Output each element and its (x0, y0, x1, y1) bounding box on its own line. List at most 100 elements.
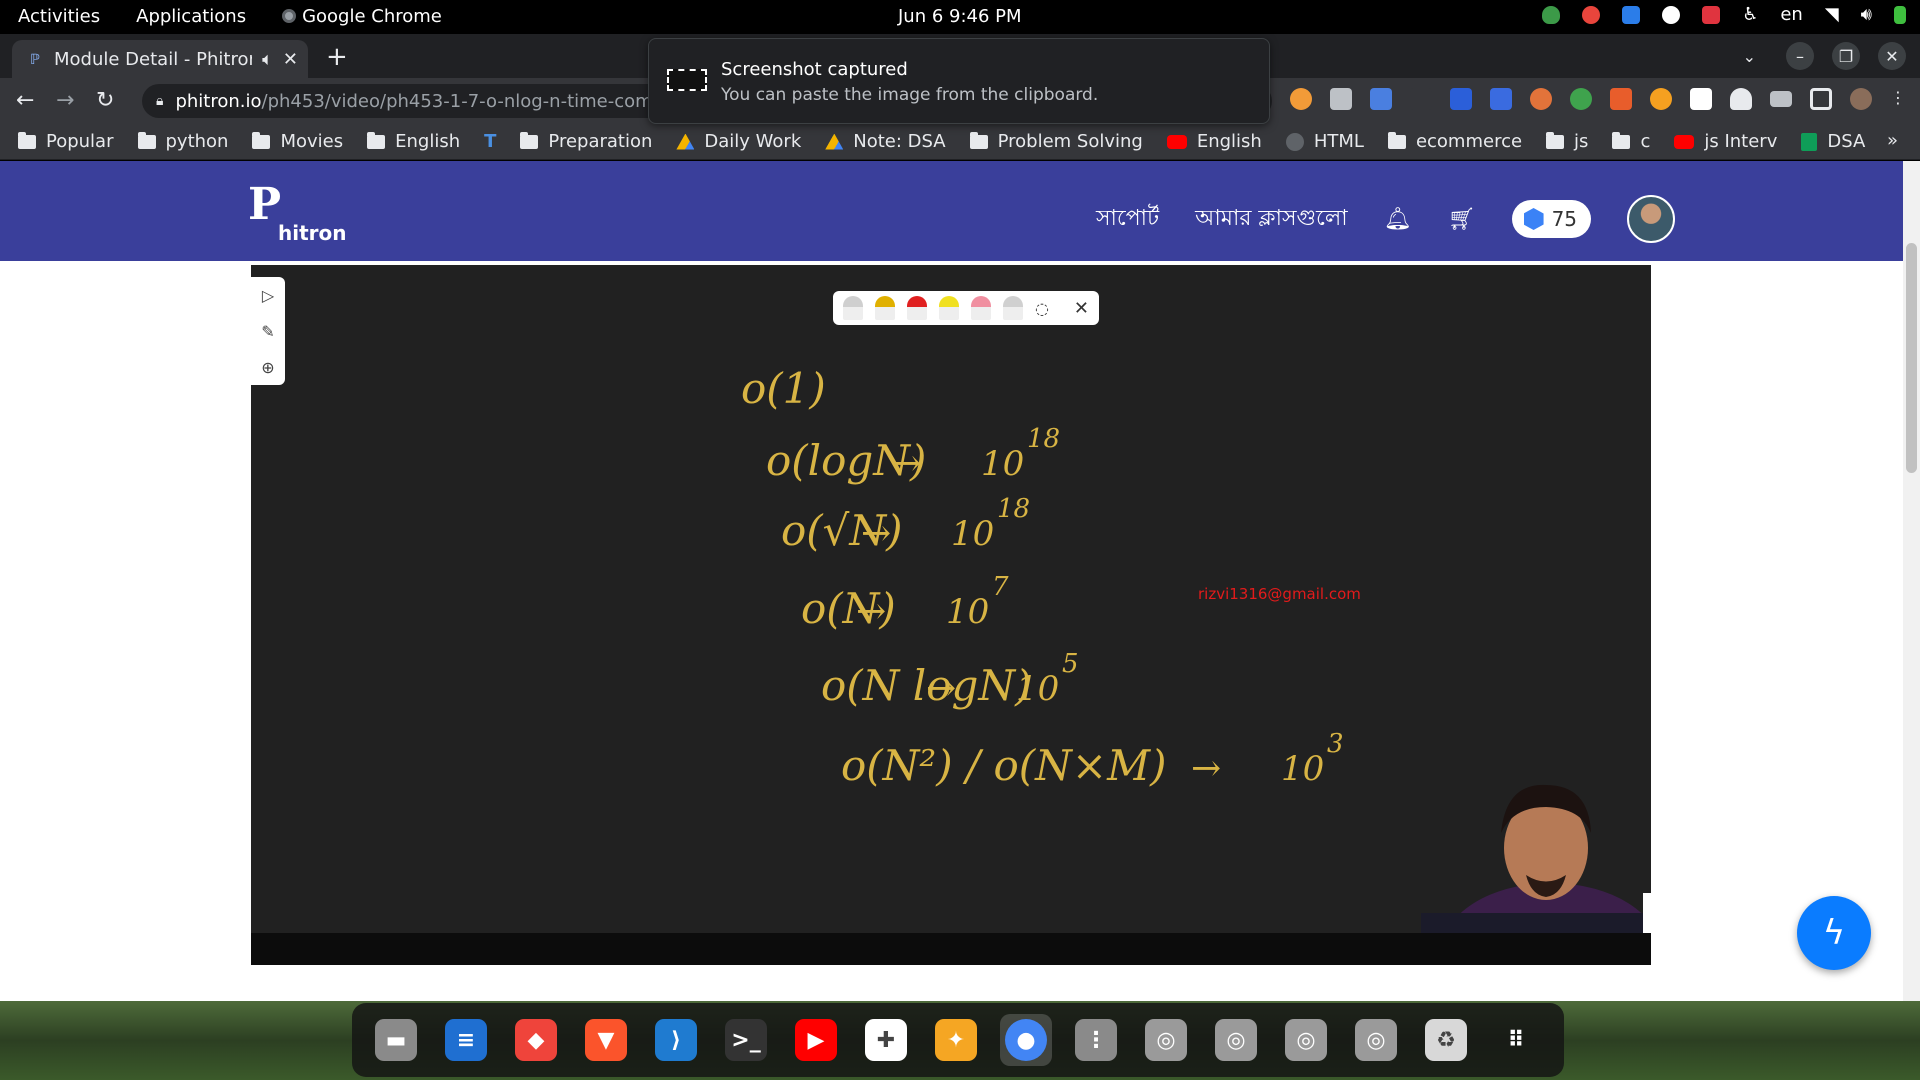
menu-kebab-icon[interactable]: ⋮ (1890, 88, 1906, 110)
close-window-button[interactable]: ✕ (1878, 42, 1906, 70)
minimize-button[interactable]: – (1786, 42, 1814, 70)
zip-extension-icon[interactable] (1450, 88, 1472, 110)
shield-icon[interactable] (1542, 5, 1561, 24)
writer-app[interactable]: ≡ (440, 1014, 492, 1066)
tab-module-detail[interactable]: ℙ Module Detail - Phitron 🔈︎ ✕ (12, 40, 308, 78)
disk-app-3[interactable]: ◎ (1280, 1014, 1332, 1066)
tab-search-chevron-icon[interactable]: ⌄ (1743, 47, 1756, 66)
bookmark-item[interactable]: Problem Solving (969, 131, 1143, 152)
active-app-menu[interactable]: Google Chrome (282, 6, 442, 27)
vscode-app[interactable]: ⟩ (650, 1014, 702, 1066)
translate-extension-icon[interactable] (1370, 88, 1392, 110)
new-tab-button[interactable]: + (326, 42, 348, 72)
bookmark-item[interactable]: Preparation (520, 131, 652, 152)
bookmark-item[interactable]: English (1166, 131, 1262, 152)
bookmark-item[interactable]: js Interv (1674, 131, 1777, 152)
slack-app[interactable]: ✚ (860, 1014, 912, 1066)
forward-button[interactable]: → (56, 88, 74, 113)
bookmark-item[interactable]: Movies (252, 131, 343, 152)
plus-extension-icon[interactable] (1570, 88, 1592, 110)
s-extension-icon[interactable] (1690, 88, 1712, 110)
anydesk-app[interactable]: ◆ (510, 1014, 562, 1066)
trash-app[interactable]: ♻ (1420, 1014, 1472, 1066)
puzzle-blue-extension-icon[interactable] (1490, 88, 1512, 110)
brave-app[interactable]: ▼ (580, 1014, 632, 1066)
disk-app-1[interactable]: ◎ (1140, 1014, 1192, 1066)
text-editor-app[interactable]: ⋮ (1070, 1014, 1122, 1066)
bookmark-item[interactable]: T (484, 131, 496, 152)
timer-extension-icon[interactable] (1650, 88, 1672, 110)
reading-list-icon[interactable] (1770, 91, 1792, 107)
accessibility-icon[interactable]: ♿ (1742, 4, 1758, 25)
youtube-app-icon: ▶ (795, 1019, 837, 1061)
bookmark-item[interactable]: Popular (18, 131, 114, 152)
postman-app[interactable]: ✦ (930, 1014, 982, 1066)
chrome-tray-icon[interactable] (1582, 5, 1601, 24)
activities-button[interactable]: Activities (18, 6, 100, 27)
chrome-app[interactable]: ● (1000, 1014, 1052, 1066)
bookmark-item[interactable]: python (137, 131, 228, 152)
board-exponent: 18 (1027, 424, 1060, 454)
l-extension-icon[interactable] (1410, 88, 1432, 110)
files-app[interactable]: ▬ (370, 1014, 422, 1066)
video-controls-bar[interactable] (251, 933, 1651, 965)
disk-app-2[interactable]: ◎ (1210, 1014, 1262, 1066)
board-arrow: → (1191, 748, 1221, 789)
bookmark-item[interactable]: Note: DSA (825, 131, 946, 152)
bookmark-item[interactable]: Daily Work (676, 131, 801, 152)
bookmark-item[interactable]: ecommerce (1387, 131, 1522, 152)
screenshot-notification[interactable]: Screenshot captured You can paste the im… (648, 38, 1270, 124)
bookmark-item[interactable]: English (367, 131, 460, 152)
clock[interactable]: Jun 6 9:46 PM (898, 6, 1022, 27)
text-editor-app-icon: ⋮ (1075, 1019, 1117, 1061)
disk-app-4[interactable]: ◎ (1350, 1014, 1402, 1066)
profile-avatar[interactable] (1850, 88, 1872, 110)
extension-icon[interactable] (1290, 88, 1312, 110)
back-button[interactable]: ← (16, 88, 34, 113)
bookmarks-overflow-icon[interactable]: » (1887, 130, 1898, 151)
terminal-app[interactable]: >_ (720, 1014, 772, 1066)
battery-icon[interactable] (1894, 5, 1906, 24)
folder-icon (1387, 131, 1406, 149)
messenger-chat-button[interactable]: ϟ (1797, 896, 1871, 970)
camera-extension-icon[interactable] (1330, 88, 1352, 110)
reload-button[interactable]: ↻ (96, 88, 114, 113)
maximize-button[interactable]: ❐ (1832, 42, 1860, 70)
app-tray-icon[interactable] (1622, 5, 1641, 24)
extensions-puzzle-icon[interactable] (1730, 88, 1752, 110)
scrollbar-thumb[interactable] (1906, 243, 1917, 473)
bookmark-item[interactable]: c (1612, 131, 1650, 152)
applications-menu[interactable]: Applications (136, 6, 246, 27)
site-nav: সাপোর্ট আমার ক্লাসগুলো 🔔︎ 🛒︎ 75 (1096, 195, 1676, 243)
cookie-extension-icon[interactable] (1530, 88, 1552, 110)
skype-icon[interactable] (1662, 5, 1681, 24)
youtube-app[interactable]: ▶ (790, 1014, 842, 1066)
chrome-app-icon: ● (1005, 1019, 1047, 1061)
nav-my-classes-link[interactable]: আমার ক্লাসগুলো (1195, 201, 1348, 238)
video-player[interactable]: ▷ ✎ ⊕ ◌ ✕ o(1) o(logN) → 10 18 o(√N) → 10 18 o(N) →… (251, 265, 1651, 965)
anydesk-tray-icon[interactable] (1702, 5, 1721, 24)
cart-icon[interactable]: 🛒︎ (1448, 207, 1476, 232)
side-panel-icon[interactable] (1810, 88, 1832, 110)
tab-close-icon[interactable]: ✕ (283, 49, 298, 70)
messenger-icon: ϟ (1822, 913, 1846, 953)
gem-balance-badge[interactable]: 75 (1511, 200, 1592, 238)
bookmark-item[interactable]: HTML (1285, 131, 1364, 152)
bookmark-item[interactable]: js (1546, 131, 1588, 152)
lighthouse-extension-icon[interactable] (1610, 88, 1632, 110)
bookmark-item[interactable]: DSA (1801, 131, 1865, 152)
tab-audio-icon[interactable]: 🔈︎ (262, 49, 273, 70)
phitron-logo[interactable]: P hitron (248, 179, 347, 245)
board-arrow: → (891, 443, 921, 484)
wifi-icon[interactable]: ◥ (1825, 4, 1839, 25)
user-avatar[interactable] (1627, 195, 1676, 243)
bell-icon[interactable]: 🔔︎ (1384, 207, 1412, 232)
volume-icon[interactable]: 🔊︎ (1861, 4, 1872, 25)
show-apps[interactable]: ⠿ (1490, 1014, 1542, 1066)
nav-support-link[interactable]: সাপোর্ট (1096, 201, 1159, 238)
page-scrollbar[interactable] (1903, 161, 1920, 1001)
bookmark-label: js (1574, 131, 1589, 152)
bookmark-label: English (1196, 131, 1262, 152)
board-arrow: → (856, 591, 886, 632)
language-indicator[interactable]: en (1780, 4, 1802, 25)
